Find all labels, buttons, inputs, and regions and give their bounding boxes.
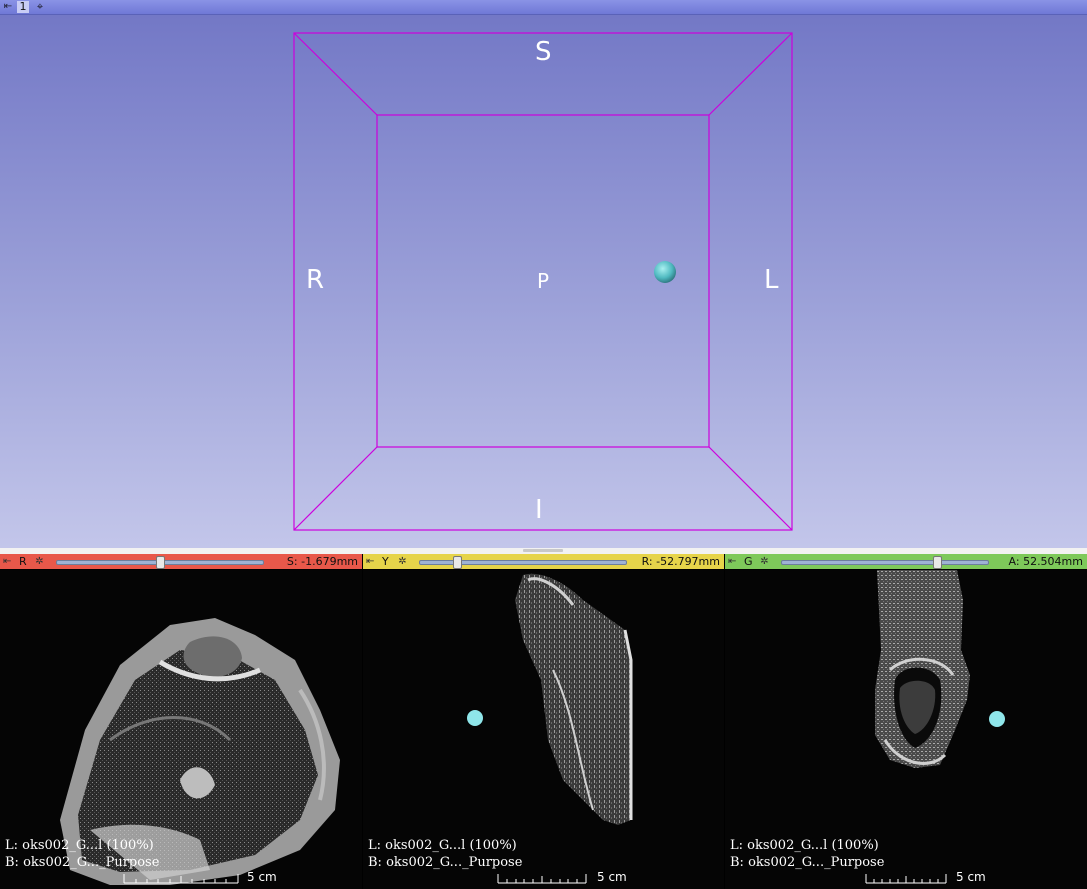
slider-thumb[interactable] [933, 556, 942, 569]
fiducial-marker-yellow[interactable] [467, 710, 483, 726]
pin-icon[interactable]: ⇤ [3, 554, 15, 569]
background-label: B: oks002_G..._Purpose [368, 855, 523, 870]
orientation-left: L [764, 265, 779, 295]
foreground-label: L: oks002_G...l (100%) [5, 838, 154, 853]
slice-offset: R: -52.797mm [641, 555, 720, 568]
slice-slider[interactable] [419, 560, 627, 565]
link-icon[interactable]: ✲ [396, 555, 409, 568]
orientation-right: R [306, 265, 325, 295]
ruler-label: 5 cm [956, 870, 986, 884]
slice-offset: S: -1.679mm [286, 555, 358, 568]
foreground-label: L: oks002_G...l (100%) [368, 838, 517, 853]
ruler-label: 5 cm [247, 870, 277, 884]
background-label: B: oks002_G..._Purpose [730, 855, 885, 870]
pin-icon[interactable]: ⇤ [728, 554, 740, 569]
slice-slider[interactable] [781, 560, 989, 565]
pin-icon[interactable]: ⇤ [2, 1, 14, 13]
pin-icon[interactable]: ⇤ [366, 554, 378, 569]
orientation-inferior: I [535, 495, 543, 525]
fiducial-marker-green[interactable] [989, 711, 1005, 727]
slice-letter: G [744, 555, 753, 568]
slice-offset: A: 52.504mm [1008, 555, 1083, 568]
sagittal-bone-image [515, 573, 633, 825]
orientation-superior: S [535, 37, 552, 67]
slider-thumb[interactable] [453, 556, 462, 569]
slice-bar-green: ⇤ G ✲ A: 52.504mm [725, 554, 1087, 569]
background-label: B: oks002_G..._Purpose [5, 855, 160, 870]
coronal-bone-image [875, 570, 970, 768]
foreground-label: L: oks002_G...l (100%) [730, 838, 879, 853]
slice-letter: Y [382, 555, 389, 568]
link-icon[interactable]: ✲ [758, 555, 771, 568]
view-layout-number[interactable]: 1 [17, 1, 29, 13]
slice-view-green[interactable]: L: oks002_G...l (100%) B: oks002_G..._Pu… [725, 570, 1087, 889]
orientation-posterior: P [537, 269, 550, 293]
view3d-renderer[interactable]: S I R L P [0, 15, 1087, 548]
slider-thumb[interactable] [156, 556, 165, 569]
slice-bar-red: ⇤ R ✲ S: -1.679mm [0, 554, 362, 569]
slice-letter: R [19, 555, 27, 568]
fiducial-marker-3d[interactable] [654, 261, 676, 283]
slice-view-yellow[interactable]: L: oks002_G...l (100%) B: oks002_G..._Pu… [363, 570, 724, 889]
view3d-controller-bar: ⇤ 1 ⌖ [0, 0, 1087, 15]
slice-view-red[interactable]: L: oks002_G...l (100%) B: oks002_G..._Pu… [0, 570, 362, 889]
link-icon[interactable]: ✲ [33, 555, 46, 568]
crosshair-icon[interactable]: ⌖ [34, 1, 46, 13]
ruler-label: 5 cm [597, 870, 627, 884]
slice-bar-yellow: ⇤ Y ✲ R: -52.797mm [363, 554, 724, 569]
splitter-grip[interactable] [523, 549, 563, 552]
